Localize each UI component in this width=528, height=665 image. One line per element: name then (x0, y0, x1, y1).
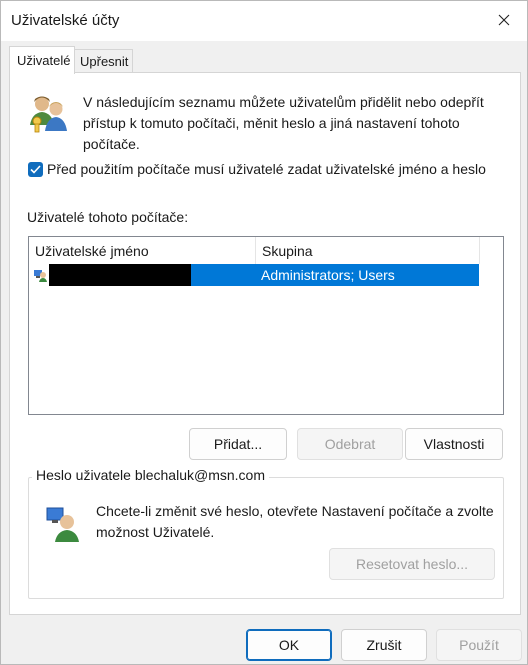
tab-advanced-label: Upřesnit (80, 54, 129, 69)
column-header-group[interactable]: Skupina (256, 237, 480, 264)
add-user-button[interactable]: Přidat... (189, 428, 287, 460)
column-header-group-label: Skupina (262, 243, 313, 259)
group-cell: Administrators; Users (255, 264, 479, 286)
group-cell-text: Administrators; Users (261, 267, 395, 283)
column-header-username[interactable]: Uživatelské jméno (29, 237, 256, 264)
properties-button[interactable]: Vlastnosti (405, 428, 503, 460)
title-bar: Uživatelské účty (1, 1, 527, 41)
password-info-text: Chcete-li změnit své heslo, otevřete Nas… (96, 503, 494, 540)
remove-user-button[interactable]: Odebrat (297, 428, 403, 460)
reset-password-button[interactable]: Resetovat heslo... (329, 548, 495, 580)
user-accounts-dialog: Uživatelské účty Uživatelé Upřesnit V ná… (0, 0, 528, 665)
ok-button[interactable]: OK (246, 629, 332, 661)
users-icon (30, 96, 67, 133)
users-tab-panel: V následujícím seznamu můžete uživatelům… (9, 72, 521, 615)
require-login-checkbox[interactable] (28, 162, 43, 177)
username-cell (49, 264, 191, 286)
window-title: Uživatelské účty (11, 12, 120, 29)
intro-text: V následujícím seznamu můžete uživatelům… (83, 94, 484, 152)
column-header-username-label: Uživatelské jméno (35, 243, 149, 259)
selection-highlight (191, 264, 255, 286)
cancel-button[interactable]: Zrušit (341, 629, 427, 661)
password-group-title: Heslo uživatele blechaluk@msn.com (32, 467, 269, 483)
tab-advanced[interactable]: Upřesnit (74, 49, 133, 72)
close-button[interactable] (481, 1, 527, 41)
tab-users-label: Uživatelé (17, 53, 71, 68)
user-icon (34, 270, 47, 282)
users-list[interactable]: Uživatelské jméno Skupina Administrators… (28, 236, 504, 415)
users-list-label: Uživatelé tohoto počítače: (27, 209, 189, 225)
password-groupbox: Chcete-li změnit své heslo, otevřete Nas… (28, 477, 504, 599)
require-login-label[interactable]: Před použitím počítače musí uživatelé za… (47, 159, 487, 179)
apply-button[interactable]: Použít (436, 629, 522, 661)
checkmark-icon (30, 165, 41, 174)
user-password-icon (46, 507, 79, 542)
table-row[interactable]: Administrators; Users (29, 264, 479, 286)
tab-users[interactable]: Uživatelé (9, 46, 75, 74)
close-icon (498, 14, 510, 26)
